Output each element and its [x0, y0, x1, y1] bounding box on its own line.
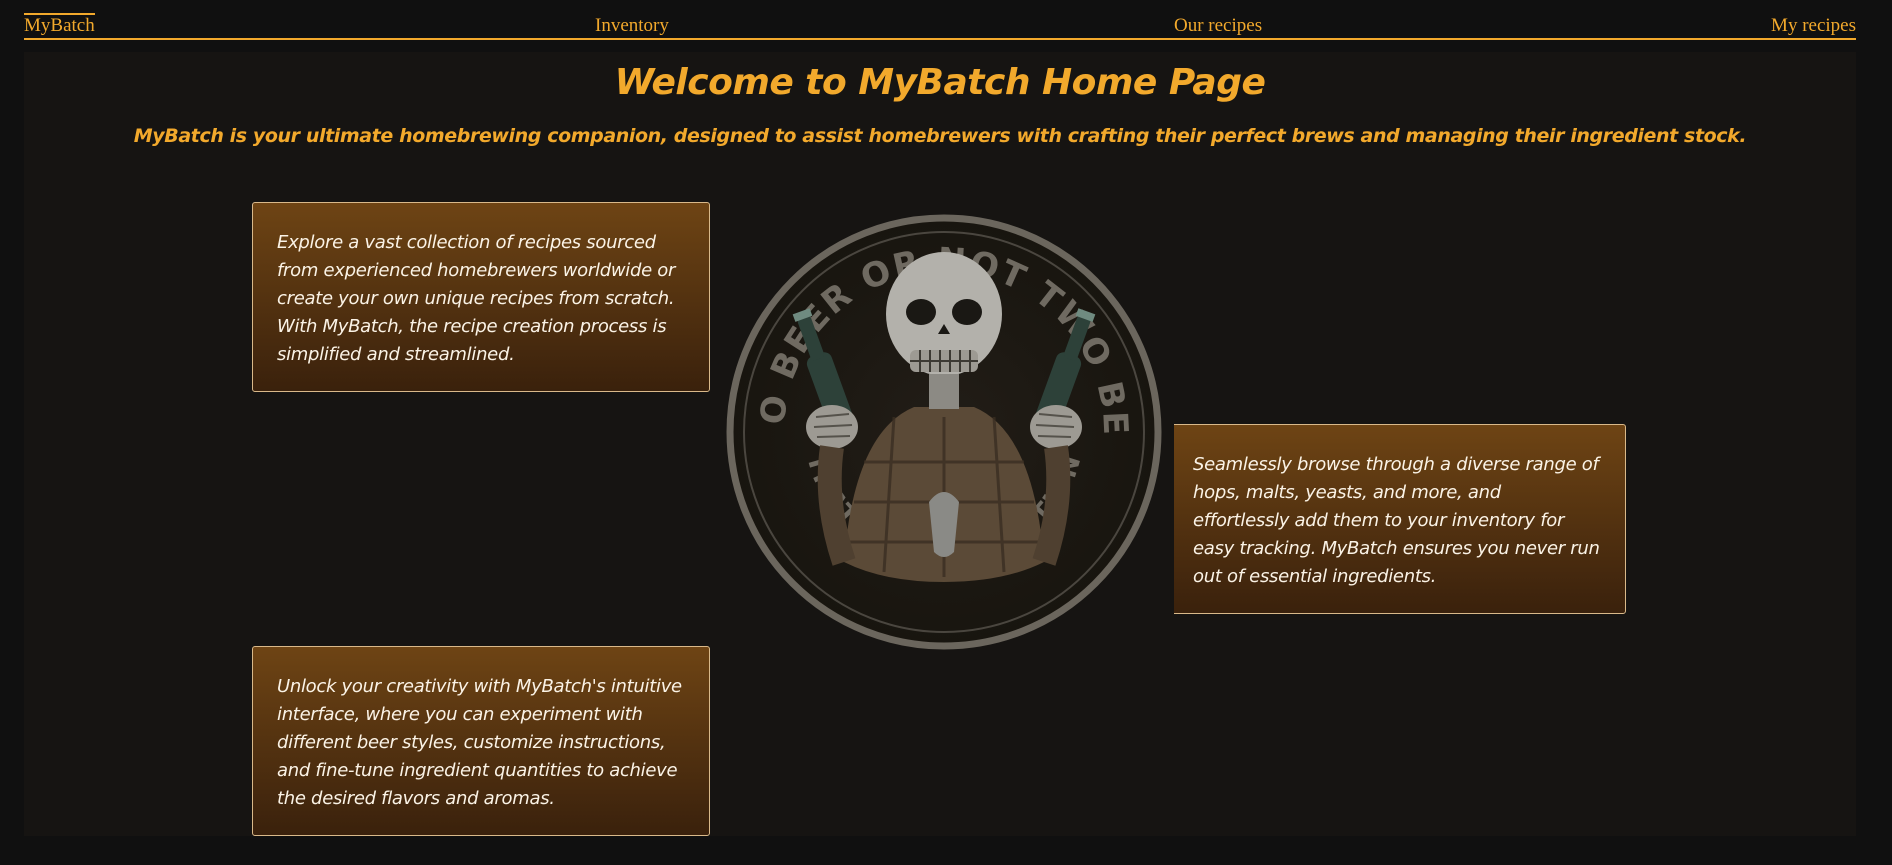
nav-inventory-link[interactable]: Inventory [595, 15, 669, 37]
feature-card-text: Explore a vast collection of recipes sou… [277, 232, 676, 365]
feature-card-inventory: Seamlessly browse through a diverse rang… [1168, 424, 1626, 614]
top-navbar: MyBatch Inventory Our recipes My recipes [24, 0, 1856, 40]
feature-card-text: Seamlessly browse through a diverse rang… [1193, 454, 1600, 587]
skeleton-beer-badge-icon: TWO BEER OR NOT TWO BEER THAT IS THE QUE… [694, 171, 1174, 662]
feature-card-text: Unlock your creativity with MyBatch's in… [277, 676, 682, 809]
nav-our-recipes-link[interactable]: Our recipes [1174, 15, 1262, 37]
nav-my-recipes-link[interactable]: My recipes [1771, 15, 1856, 37]
page-title: Welcome to MyBatch Home Page [614, 62, 1266, 103]
feature-card-recipes: Explore a vast collection of recipes sou… [252, 202, 710, 392]
home-main-panel: Welcome to MyBatch Home Page MyBatch is … [24, 52, 1856, 836]
nav-brand-link[interactable]: MyBatch [24, 13, 95, 37]
feature-card-creativity: Unlock your creativity with MyBatch's in… [252, 646, 710, 836]
page-subtitle: MyBatch is your ultimate homebrewing com… [133, 125, 1747, 147]
